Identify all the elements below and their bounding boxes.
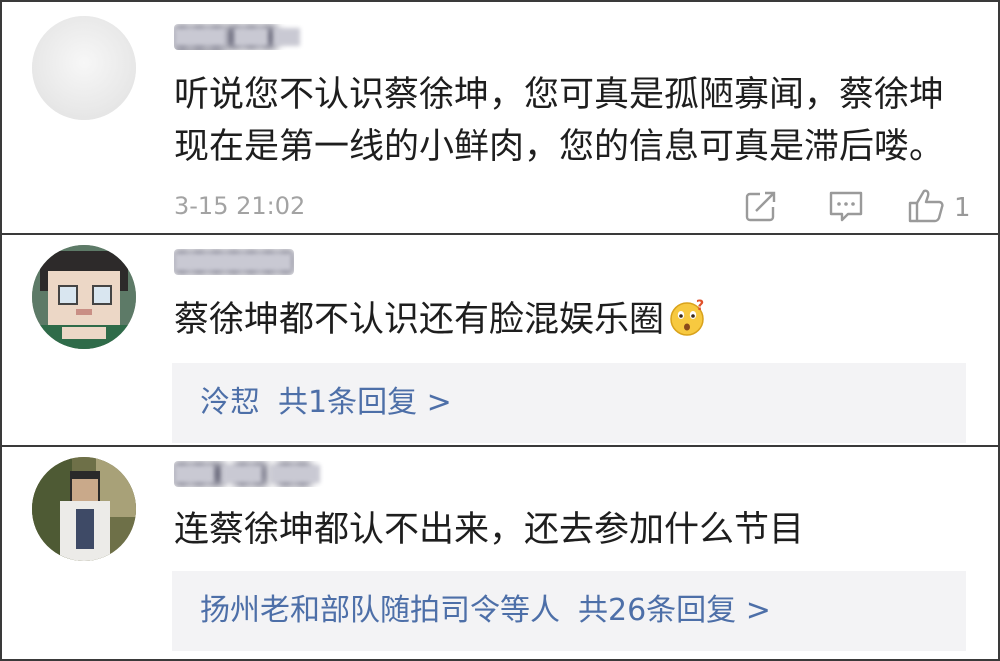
comment-actions: 1: [742, 188, 982, 228]
reply-author[interactable]: 泠恝: [200, 385, 260, 420]
username[interactable]: ██████ ███: [174, 24, 304, 50]
confused-face-emoji: ?: [668, 298, 706, 337]
share-icon: [742, 187, 780, 229]
thumbs-up-icon: [906, 187, 946, 229]
avatar[interactable]: [32, 457, 136, 561]
reply-summary[interactable]: 扬州老和部队随拍司令等人 共26条回复 >: [172, 571, 966, 651]
username[interactable]: ███████: [174, 249, 294, 275]
like-button[interactable]: 1: [906, 188, 971, 228]
comment-text: 蔡徐坤都不认识还有脸混娱乐圈 ?: [174, 297, 706, 343]
username[interactable]: ███ ██ ██: [174, 461, 324, 487]
avatar[interactable]: [32, 16, 136, 120]
svg-text:?: ?: [696, 299, 704, 314]
comment-text: 连蔡徐坤都认不出来，还去参加什么节目: [174, 510, 805, 550]
comment-button[interactable]: [826, 188, 866, 228]
reply-line: 泠恝 共1条回复 >: [200, 363, 452, 443]
reply-author[interactable]: 扬州老和部队随拍司令等人: [200, 593, 560, 628]
comment-item: ███████ 蔡徐坤都不认识还有脸混娱乐圈 ? 泠恝共1条回复 >: [2, 235, 998, 445]
comment-item: ██████ ███ 听说您不认识蔡徐坤，您可真是孤陋寡闻，蔡徐坤 现在是第一线…: [2, 2, 998, 233]
reply-count-link[interactable]: 共1条回复 >: [278, 385, 452, 420]
reply-summary[interactable]: 泠恝 共1条回复 >: [172, 363, 966, 443]
reply-count-link[interactable]: 共26条回复 >: [578, 593, 771, 628]
like-count: 1: [954, 193, 971, 223]
comment-list: ██████ ███ 听说您不认识蔡徐坤，您可真是孤陋寡闻，蔡徐坤 现在是第一线…: [0, 0, 1000, 661]
comment-icon: [826, 187, 866, 229]
share-button[interactable]: [742, 188, 780, 228]
comment-time: 3-15 21:02: [174, 192, 306, 220]
reply-line: 扬州老和部队随拍司令等人 共26条回复 >: [200, 571, 771, 651]
comment-text-line: 现在是第一线的小鲜肉，您的信息可真是滞后喽。: [174, 127, 945, 167]
comment-item: ███ ██ ██ 连蔡徐坤都认不出来，还去参加什么节目 扬州老和部队随拍司令等…: [2, 447, 998, 659]
comment-text-content: 蔡徐坤都不认识还有脸混娱乐圈: [174, 300, 665, 340]
avatar[interactable]: [32, 245, 136, 349]
comment-text-line: 听说您不认识蔡徐坤，您可真是孤陋寡闻，蔡徐坤: [174, 75, 945, 115]
